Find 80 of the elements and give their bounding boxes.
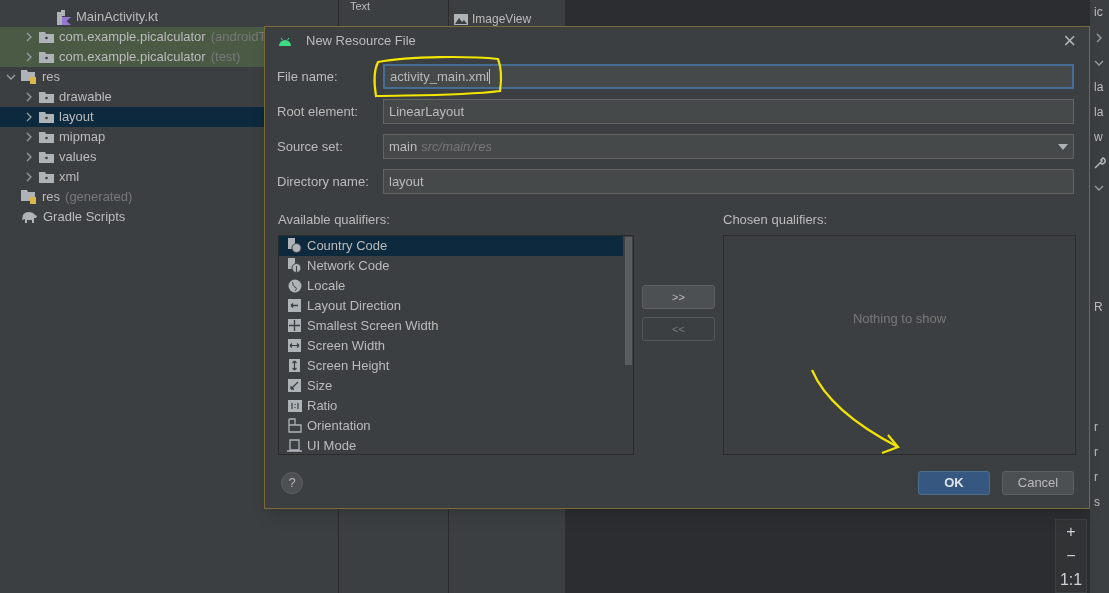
elephant-icon [21,211,38,223]
palette-category[interactable]: Text [350,0,448,12]
chevron-right-icon[interactable] [1094,32,1104,43]
resize-icon [288,379,301,392]
tree-item-label: layout [59,108,94,127]
tree-item-hint: (generated) [65,188,133,207]
resource-folder-icon [21,190,37,204]
attribute-label: r [1094,444,1099,461]
left-arrow-icon [288,299,301,312]
palette-widget[interactable]: ImageView [454,12,565,26]
tree-item-label: com.example.picalculator [59,28,206,47]
tree-item-label: xml [59,168,80,187]
qualifier-item[interactable]: Orientation [279,415,623,436]
tree-item-label: values [59,148,97,167]
folder-icon [39,111,54,123]
qualifier-item[interactable]: Country Code [279,235,623,256]
dialog-button[interactable]: Cancel [1002,471,1074,495]
zoom-button[interactable]: + [1057,520,1085,544]
laptop-icon [287,439,302,452]
globe-document-icon [287,238,302,253]
field-label: File name: [277,67,339,86]
tree-item-label: mipmap [59,128,106,147]
attribute-label: r [1094,419,1099,436]
folder-icon [39,131,54,143]
horizontal-arrows-icon [288,339,301,352]
attribute-label: la [1094,79,1105,96]
qualifier-item[interactable]: UI Mode [279,435,623,454]
text-field[interactable]: LinearLayout [383,99,1074,124]
tree-item-label: com.example.picalculator [59,48,206,67]
field-label: Source set: [277,137,344,156]
folder-icon [39,51,54,63]
resource-folder-icon [21,70,37,84]
qualifier-item[interactable]: Smallest Screen Width [279,315,623,336]
vertical-arrows-icon [289,359,300,372]
field-label: Directory name: [277,172,370,191]
folder-icon [39,171,54,183]
tree-item-label: drawable [59,88,112,107]
tree-item-label: res [42,188,61,207]
scrollbar-thumb[interactable] [625,236,632,365]
qualifier-item[interactable]: Locale [279,275,623,296]
zoom-button[interactable]: − [1057,544,1085,568]
folder-icon [39,91,54,103]
tree-item-label: Gradle Scripts [43,208,126,227]
attribute-label: s [1094,494,1101,511]
tree-item[interactable]: MainActivity.kt [0,7,338,27]
attribute-label: r [1094,469,1099,486]
dropdown-arrow-icon [1058,143,1068,150]
chevron-down-icon[interactable] [6,72,16,82]
dialog-button[interactable]: OK [918,471,990,495]
chosen-qualifiers-label: Chosen qualifiers: [723,211,829,229]
globe-icon [287,278,302,293]
tree-item-label: res [42,68,61,87]
qualifier-item[interactable]: Screen Height [279,355,623,376]
qualifier-item[interactable]: Layout Direction [279,295,623,316]
attribute-label: ic [1094,4,1104,21]
text-field[interactable]: activity_main.xml [383,64,1074,89]
text-field[interactable]: layout [383,169,1074,194]
zoom-button[interactable]: 1:1 [1057,568,1085,592]
wrench-icon[interactable] [1094,156,1106,169]
tree-item-label: MainActivity.kt [76,8,159,27]
close-button[interactable]: × [1063,31,1076,51]
android-icon [278,36,292,46]
qualifier-item[interactable]: Screen Width [279,335,623,356]
move-button[interactable]: >> [642,285,715,309]
attribute-label: w [1094,129,1104,146]
help-button[interactable]: ? [281,472,303,494]
orientation-icon [287,418,302,433]
kotlin-file-icon [57,9,71,25]
empty-list-text: Nothing to show [852,309,947,328]
attribute-label: la [1094,104,1105,121]
antenna-document-icon [287,258,302,273]
ratio-icon [287,399,302,412]
qualifier-item[interactable]: Size [279,375,623,396]
qualifier-item[interactable]: Ratio [279,395,623,416]
available-qualifiers-label: Available qualifiers: [278,211,391,229]
folder-icon [39,31,54,43]
qualifier-item[interactable]: Network Code [279,255,623,276]
folder-icon [39,151,54,163]
attribute-label: R [1094,299,1104,316]
move-arrows-icon [288,319,301,332]
